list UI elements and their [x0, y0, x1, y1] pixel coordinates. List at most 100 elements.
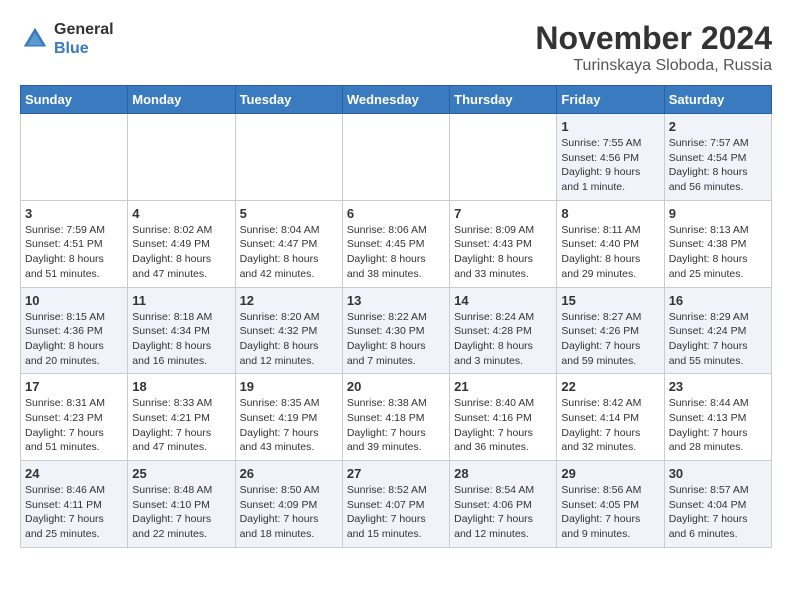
calendar-cell: 26 Sunrise: 8:50 AM Sunset: 4:09 PM Dayli… [235, 461, 342, 548]
day-number: 4 [132, 206, 230, 221]
week-row-3: 10 Sunrise: 8:15 AM Sunset: 4:36 PM Dayli… [21, 287, 772, 374]
day-number: 6 [347, 206, 445, 221]
page-header: General Blue November 2024 Turinskaya Sl… [20, 20, 772, 75]
calendar-cell: 20Sunrise: 8:38 AM Sunset: 4:18 PM Dayli… [342, 374, 449, 461]
day-number: 2 [669, 119, 767, 134]
calendar-cell: 21 Sunrise: 8:40 AM Sunset: 4:16 PM Dayli… [450, 374, 557, 461]
header-saturday: Saturday [664, 86, 771, 114]
calendar-cell: 5 Sunrise: 8:04 AM Sunset: 4:47 PM Daylig… [235, 200, 342, 287]
day-info: Sunrise: 7:59 AM Sunset: 4:51 PM Dayligh… [25, 223, 123, 282]
day-number: 26 [240, 466, 338, 481]
calendar-cell [235, 114, 342, 201]
calendar-cell: 22 Sunrise: 8:42 AM Sunset: 4:14 PM Dayli… [557, 374, 664, 461]
calendar-cell: 12Sunrise: 8:20 AM Sunset: 4:32 PM Dayli… [235, 287, 342, 374]
day-info: Sunrise: 8:46 AM Sunset: 4:11 PM Dayligh… [25, 483, 123, 542]
logo-icon [20, 24, 50, 54]
day-info: Sunrise: 8:57 AM Sunset: 4:04 PM Dayligh… [669, 483, 767, 542]
day-info: Sunrise: 8:38 AM Sunset: 4:18 PM Dayligh… [347, 396, 445, 455]
day-info: Sunrise: 8:04 AM Sunset: 4:47 PM Dayligh… [240, 223, 338, 282]
week-row-5: 24 Sunrise: 8:46 AM Sunset: 4:11 PM Dayli… [21, 461, 772, 548]
header-sunday: Sunday [21, 86, 128, 114]
calendar-cell: 24 Sunrise: 8:46 AM Sunset: 4:11 PM Dayli… [21, 461, 128, 548]
day-number: 12 [240, 293, 338, 308]
day-info: Sunrise: 8:11 AM Sunset: 4:40 PM Dayligh… [561, 223, 659, 282]
week-row-1: 1 Sunrise: 7:55 AM Sunset: 4:56 PM Daylig… [21, 114, 772, 201]
day-info: Sunrise: 7:57 AM Sunset: 4:54 PM Dayligh… [669, 136, 767, 195]
day-info: Sunrise: 8:29 AM Sunset: 4:24 PM Dayligh… [669, 310, 767, 369]
week-row-4: 17 Sunrise: 8:31 AM Sunset: 4:23 PM Dayli… [21, 374, 772, 461]
calendar-cell: 14Sunrise: 8:24 AM Sunset: 4:28 PM Dayli… [450, 287, 557, 374]
day-info: Sunrise: 8:24 AM Sunset: 4:28 PM Dayligh… [454, 310, 552, 369]
day-info: Sunrise: 8:35 AM Sunset: 4:19 PM Dayligh… [240, 396, 338, 455]
calendar-cell: 6Sunrise: 8:06 AM Sunset: 4:45 PM Daylig… [342, 200, 449, 287]
subtitle: Turinskaya Sloboda, Russia [535, 57, 772, 75]
calendar-cell [128, 114, 235, 201]
day-info: Sunrise: 8:31 AM Sunset: 4:23 PM Dayligh… [25, 396, 123, 455]
calendar-cell: 1 Sunrise: 7:55 AM Sunset: 4:56 PM Daylig… [557, 114, 664, 201]
week-row-2: 3 Sunrise: 7:59 AM Sunset: 4:51 PM Daylig… [21, 200, 772, 287]
header-monday: Monday [128, 86, 235, 114]
calendar-cell: 4 Sunrise: 8:02 AM Sunset: 4:49 PM Daylig… [128, 200, 235, 287]
calendar-cell: 30 Sunrise: 8:57 AM Sunset: 4:04 PM Dayli… [664, 461, 771, 548]
header-tuesday: Tuesday [235, 86, 342, 114]
day-number: 18 [132, 379, 230, 394]
day-info: Sunrise: 8:18 AM Sunset: 4:34 PM Dayligh… [132, 310, 230, 369]
calendar-cell: 23Sunrise: 8:44 AM Sunset: 4:13 PM Dayli… [664, 374, 771, 461]
header-friday: Friday [557, 86, 664, 114]
day-info: Sunrise: 8:48 AM Sunset: 4:10 PM Dayligh… [132, 483, 230, 542]
calendar-cell: 2 Sunrise: 7:57 AM Sunset: 4:54 PM Daylig… [664, 114, 771, 201]
day-number: 19 [240, 379, 338, 394]
day-number: 17 [25, 379, 123, 394]
day-info: Sunrise: 8:09 AM Sunset: 4:43 PM Dayligh… [454, 223, 552, 282]
day-info: Sunrise: 8:42 AM Sunset: 4:14 PM Dayligh… [561, 396, 659, 455]
logo-blue: Blue [54, 39, 114, 58]
day-number: 24 [25, 466, 123, 481]
calendar-header: Sunday Monday Tuesday Wednesday Thursday… [21, 86, 772, 114]
calendar-cell [342, 114, 449, 201]
day-number: 5 [240, 206, 338, 221]
calendar-cell: 29Sunrise: 8:56 AM Sunset: 4:05 PM Dayli… [557, 461, 664, 548]
day-number: 10 [25, 293, 123, 308]
logo: General Blue [20, 20, 114, 58]
day-number: 21 [454, 379, 552, 394]
day-info: Sunrise: 8:50 AM Sunset: 4:09 PM Dayligh… [240, 483, 338, 542]
day-number: 7 [454, 206, 552, 221]
title-section: November 2024 Turinskaya Sloboda, Russia [535, 20, 772, 75]
day-info: Sunrise: 8:15 AM Sunset: 4:36 PM Dayligh… [25, 310, 123, 369]
calendar-cell: 10 Sunrise: 8:15 AM Sunset: 4:36 PM Dayli… [21, 287, 128, 374]
day-info: Sunrise: 8:54 AM Sunset: 4:06 PM Dayligh… [454, 483, 552, 542]
day-number: 15 [561, 293, 659, 308]
header-thursday: Thursday [450, 86, 557, 114]
day-number: 9 [669, 206, 767, 221]
calendar-table: Sunday Monday Tuesday Wednesday Thursday… [20, 85, 772, 548]
day-number: 11 [132, 293, 230, 308]
day-info: Sunrise: 7:55 AM Sunset: 4:56 PM Dayligh… [561, 136, 659, 195]
day-number: 1 [561, 119, 659, 134]
calendar-cell: 18 Sunrise: 8:33 AM Sunset: 4:21 PM Dayli… [128, 374, 235, 461]
calendar-cell: 9Sunrise: 8:13 AM Sunset: 4:38 PM Daylig… [664, 200, 771, 287]
calendar-cell: 15 Sunrise: 8:27 AM Sunset: 4:26 PM Dayli… [557, 287, 664, 374]
day-number: 16 [669, 293, 767, 308]
day-number: 29 [561, 466, 659, 481]
calendar-cell: 3 Sunrise: 7:59 AM Sunset: 4:51 PM Daylig… [21, 200, 128, 287]
main-title: November 2024 [535, 20, 772, 57]
day-number: 8 [561, 206, 659, 221]
day-number: 27 [347, 466, 445, 481]
day-info: Sunrise: 8:27 AM Sunset: 4:26 PM Dayligh… [561, 310, 659, 369]
day-info: Sunrise: 8:40 AM Sunset: 4:16 PM Dayligh… [454, 396, 552, 455]
day-info: Sunrise: 8:33 AM Sunset: 4:21 PM Dayligh… [132, 396, 230, 455]
day-number: 23 [669, 379, 767, 394]
calendar-cell [450, 114, 557, 201]
calendar-body: 1 Sunrise: 7:55 AM Sunset: 4:56 PM Daylig… [21, 114, 772, 548]
day-info: Sunrise: 8:22 AM Sunset: 4:30 PM Dayligh… [347, 310, 445, 369]
day-info: Sunrise: 8:02 AM Sunset: 4:49 PM Dayligh… [132, 223, 230, 282]
day-number: 25 [132, 466, 230, 481]
calendar-cell: 11 Sunrise: 8:18 AM Sunset: 4:34 PM Dayli… [128, 287, 235, 374]
day-number: 3 [25, 206, 123, 221]
calendar-cell: 17 Sunrise: 8:31 AM Sunset: 4:23 PM Dayli… [21, 374, 128, 461]
day-number: 30 [669, 466, 767, 481]
calendar-cell: 19 Sunrise: 8:35 AM Sunset: 4:19 PM Dayli… [235, 374, 342, 461]
calendar-cell: 7 Sunrise: 8:09 AM Sunset: 4:43 PM Daylig… [450, 200, 557, 287]
calendar-cell: 16 Sunrise: 8:29 AM Sunset: 4:24 PM Dayli… [664, 287, 771, 374]
day-number: 22 [561, 379, 659, 394]
